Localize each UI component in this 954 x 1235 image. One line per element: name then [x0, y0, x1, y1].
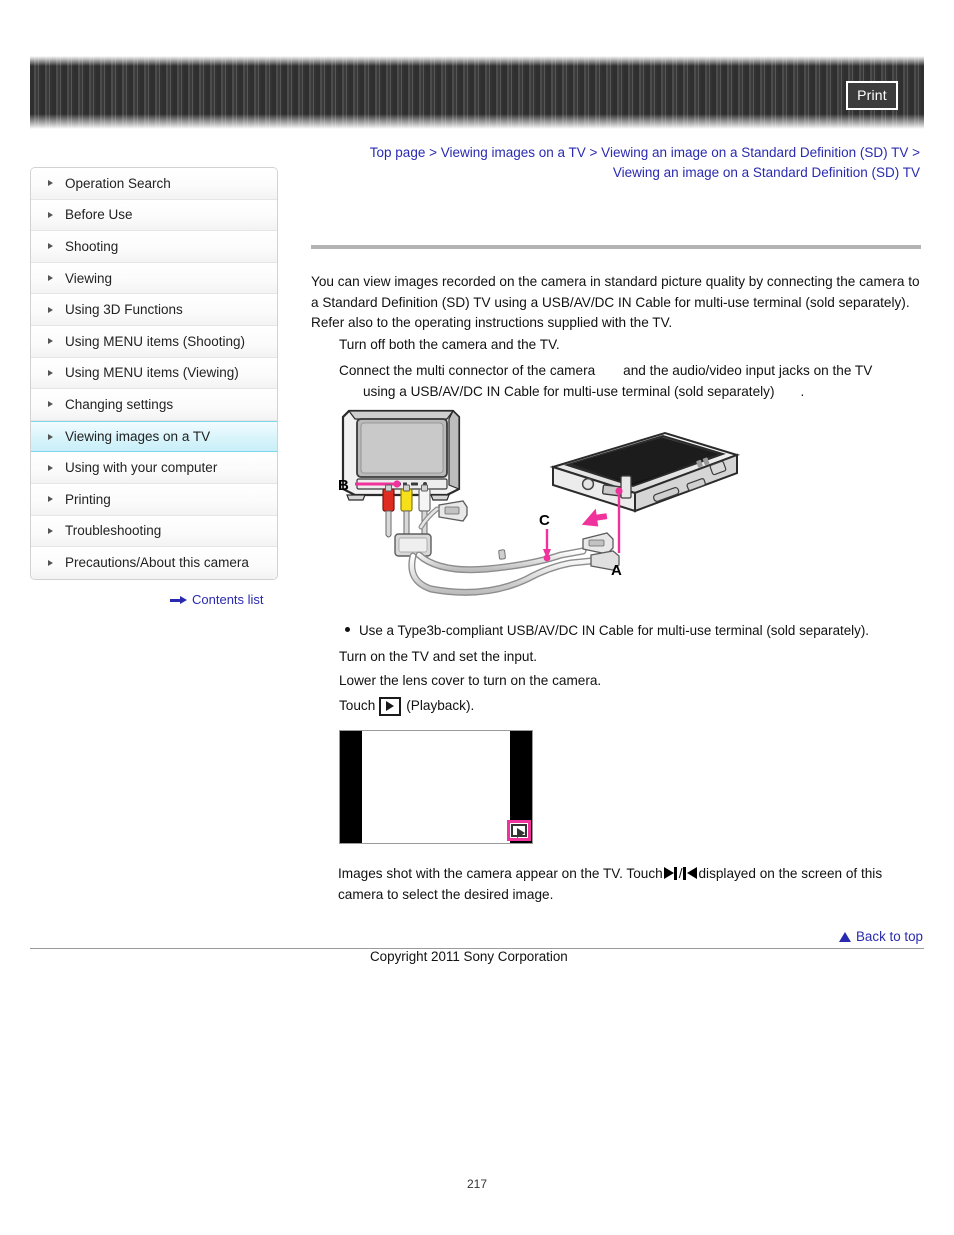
- step-5-prefix: Touch: [339, 698, 376, 713]
- sidebar-item-label: Viewing images on a TV: [65, 429, 211, 445]
- sidebar-item-label: Using MENU items (Viewing): [65, 365, 239, 381]
- header-banner: Print: [30, 56, 924, 129]
- sidebar-item-precautions-about-this-camera[interactable]: Precautions/About this camera: [31, 547, 277, 579]
- intro-paragraph: You can view images recorded on the came…: [311, 274, 920, 330]
- tv-illustration: [341, 409, 461, 501]
- triangle-up-icon: [839, 931, 852, 942]
- back-to-top-link[interactable]: Back to top: [839, 929, 923, 944]
- screen-playback-button-highlight: [507, 820, 531, 841]
- header-stripe-pattern: [30, 56, 924, 129]
- step-2-part-1: Connect the multi connector of the camer…: [339, 363, 596, 378]
- step-2-text: Connect the multi connector of the camer…: [339, 361, 921, 402]
- sidebar-item-using-with-your-computer[interactable]: Using with your computer: [31, 452, 277, 484]
- bullet-arrow-icon: [47, 210, 56, 219]
- bullet-arrow-icon: [47, 526, 56, 535]
- insert-arrow-icon: [581, 508, 608, 527]
- sidebar-item-label: Operation Search: [65, 175, 171, 191]
- sidebar-item-using-menu-items-viewing[interactable]: Using MENU items (Viewing): [31, 357, 277, 390]
- note-text: Use a Type3b-compliant USB/AV/DC IN Cabl…: [359, 623, 870, 638]
- content-divider: [311, 245, 921, 249]
- bullet-arrow-icon: [47, 274, 56, 283]
- camera-screen-diagram: [339, 730, 533, 844]
- sidebar-item-label: Changing settings: [65, 396, 174, 412]
- bullet-arrow-icon: [47, 432, 56, 441]
- step-5-text: Touch (Playback).: [339, 696, 919, 717]
- step-2-part-4: .: [800, 383, 805, 399]
- closing-paragraph: Images shot with the camera appear on th…: [338, 864, 918, 905]
- contents-list-label: Contents list: [192, 592, 264, 607]
- bullet-arrow-icon: [47, 337, 56, 346]
- bullet-arrow-icon: [47, 558, 56, 567]
- sidebar-item-shooting[interactable]: Shooting: [31, 231, 277, 263]
- bullet-arrow-icon: [47, 179, 56, 188]
- diagram-label-c: C: [539, 512, 550, 529]
- step-2-part-2: and the audio/video input jacks on the T…: [623, 363, 873, 378]
- tv-camera-connection-diagram: B C A: [335, 403, 750, 599]
- bullet-arrow-icon: [47, 495, 56, 504]
- step-2-part-3: using a USB/AV/DC IN Cable for multi-use…: [363, 383, 775, 399]
- sidebar-item-label: Using with your computer: [65, 460, 218, 476]
- bullet-arrow-icon: [47, 368, 56, 377]
- sidebar-item-troubleshooting[interactable]: Troubleshooting: [31, 515, 277, 548]
- rca-connectors: [382, 484, 431, 538]
- print-button[interactable]: Print: [846, 81, 898, 110]
- breadcrumb-text[interactable]: Top page > Viewing images on a TV > View…: [370, 145, 920, 180]
- sidebar-navigation: Operation Search Before Use Shooting Vie…: [30, 167, 278, 580]
- sidebar-item-label: Viewing: [65, 270, 113, 286]
- playback-icon: [511, 824, 527, 838]
- sidebar-item-changing-settings[interactable]: Changing settings: [31, 389, 277, 421]
- closing-part-1: Images shot with the camera appear on th…: [338, 866, 663, 881]
- playback-icon: [379, 696, 402, 716]
- note-bullet-item: Use a Type3b-compliant USB/AV/DC IN Cabl…: [345, 621, 939, 640]
- contents-list-link[interactable]: Contents list: [170, 592, 264, 607]
- back-to-top-label: Back to top: [856, 929, 923, 944]
- sidebar-item-label: Using MENU items (Shooting): [65, 333, 246, 349]
- sidebar-item-viewing[interactable]: Viewing: [31, 262, 277, 295]
- copyright-text: Copyright 2011 Sony Corporation: [370, 949, 568, 964]
- page-number: 217: [466, 1177, 488, 1191]
- sidebar-item-label: Precautions/About this camera: [65, 555, 249, 571]
- diagram-label-b: B: [338, 477, 349, 494]
- step-1-text: Turn off both the camera and the TV.: [339, 337, 560, 352]
- sidebar-item-using-3d-functions[interactable]: Using 3D Functions: [31, 294, 277, 326]
- sidebar-item-label: Using 3D Functions: [65, 302, 183, 318]
- step-3-text: Turn on the TV and set the input.: [339, 649, 537, 664]
- bullet-arrow-icon: [47, 463, 56, 472]
- bullet-arrow-icon: [47, 400, 56, 409]
- step-5-suffix: (Playback).: [406, 698, 475, 713]
- breadcrumb[interactable]: Top page > Viewing images on a TV > View…: [330, 143, 920, 183]
- sidebar-item-printing[interactable]: Printing: [31, 483, 277, 516]
- sidebar-item-label: Troubleshooting: [65, 523, 162, 539]
- bullet-dot-icon: [345, 627, 350, 632]
- callout-c: C: [539, 512, 551, 562]
- sidebar-item-using-menu-items-shooting[interactable]: Using MENU items (Shooting): [31, 325, 277, 358]
- screen-black-bar-left: [340, 731, 362, 843]
- arrow-right-icon: [170, 595, 188, 605]
- sidebar-item-viewing-images-on-a-tv[interactable]: Viewing images on a TV: [31, 420, 277, 453]
- step-4-text: Lower the lens cover to turn on the came…: [339, 673, 602, 688]
- step-2-line-2: using a USB/AV/DC IN Cable for multi-use…: [339, 382, 921, 403]
- sidebar-item-label: Shooting: [65, 238, 119, 254]
- next-image-icon: [663, 867, 679, 880]
- sidebar-item-label: Printing: [65, 491, 111, 507]
- sidebar-item-before-use[interactable]: Before Use: [31, 199, 277, 232]
- bullet-arrow-icon: [47, 242, 56, 251]
- diagram-label-a: A: [611, 562, 622, 579]
- bullet-arrow-icon: [47, 305, 56, 314]
- camera-illustration: [549, 431, 741, 513]
- sidebar-item-label: Before Use: [65, 207, 133, 223]
- previous-image-icon: [682, 867, 698, 880]
- sidebar-item-operation-search[interactable]: Operation Search: [31, 168, 277, 200]
